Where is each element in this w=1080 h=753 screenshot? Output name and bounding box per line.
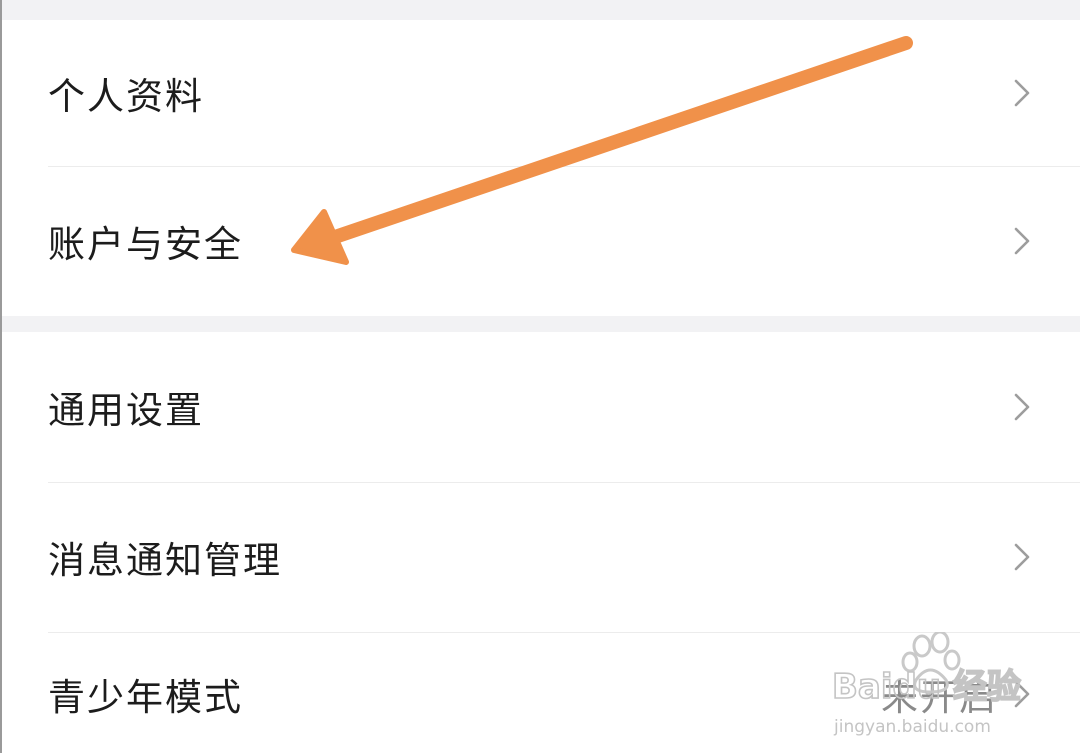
chevron-right-icon <box>1010 78 1034 108</box>
section-gap <box>2 316 1080 332</box>
settings-item-label: 青少年模式 <box>48 676 243 719</box>
settings-item-label: 消息通知管理 <box>48 539 282 582</box>
settings-item-account-security[interactable]: 账户与安全 <box>2 166 1080 316</box>
settings-group-general: 通用设置 消息通知管理 青少年模式 未开启 <box>2 332 1080 753</box>
settings-item-label: 通用设置 <box>48 389 204 432</box>
youth-mode-status: 未开启 <box>881 676 998 719</box>
settings-screen: 个人资料 账户与安全 通用设置 消息通知管理 青少年模式 未开启 Baidu 经… <box>0 0 1080 753</box>
chevron-right-icon <box>1010 542 1034 572</box>
settings-item-label: 账户与安全 <box>48 223 243 266</box>
settings-item-label: 个人资料 <box>48 75 204 118</box>
settings-item-notifications[interactable]: 消息通知管理 <box>2 482 1080 632</box>
settings-item-profile[interactable]: 个人资料 <box>2 20 1080 166</box>
section-gap-top <box>2 0 1080 20</box>
settings-item-general[interactable]: 通用设置 <box>2 332 1080 482</box>
settings-item-youth-mode[interactable]: 青少年模式 未开启 <box>2 632 1080 753</box>
chevron-right-icon <box>1010 679 1034 709</box>
chevron-right-icon <box>1010 392 1034 422</box>
chevron-right-icon <box>1010 226 1034 256</box>
settings-group-account: 个人资料 账户与安全 <box>2 20 1080 316</box>
